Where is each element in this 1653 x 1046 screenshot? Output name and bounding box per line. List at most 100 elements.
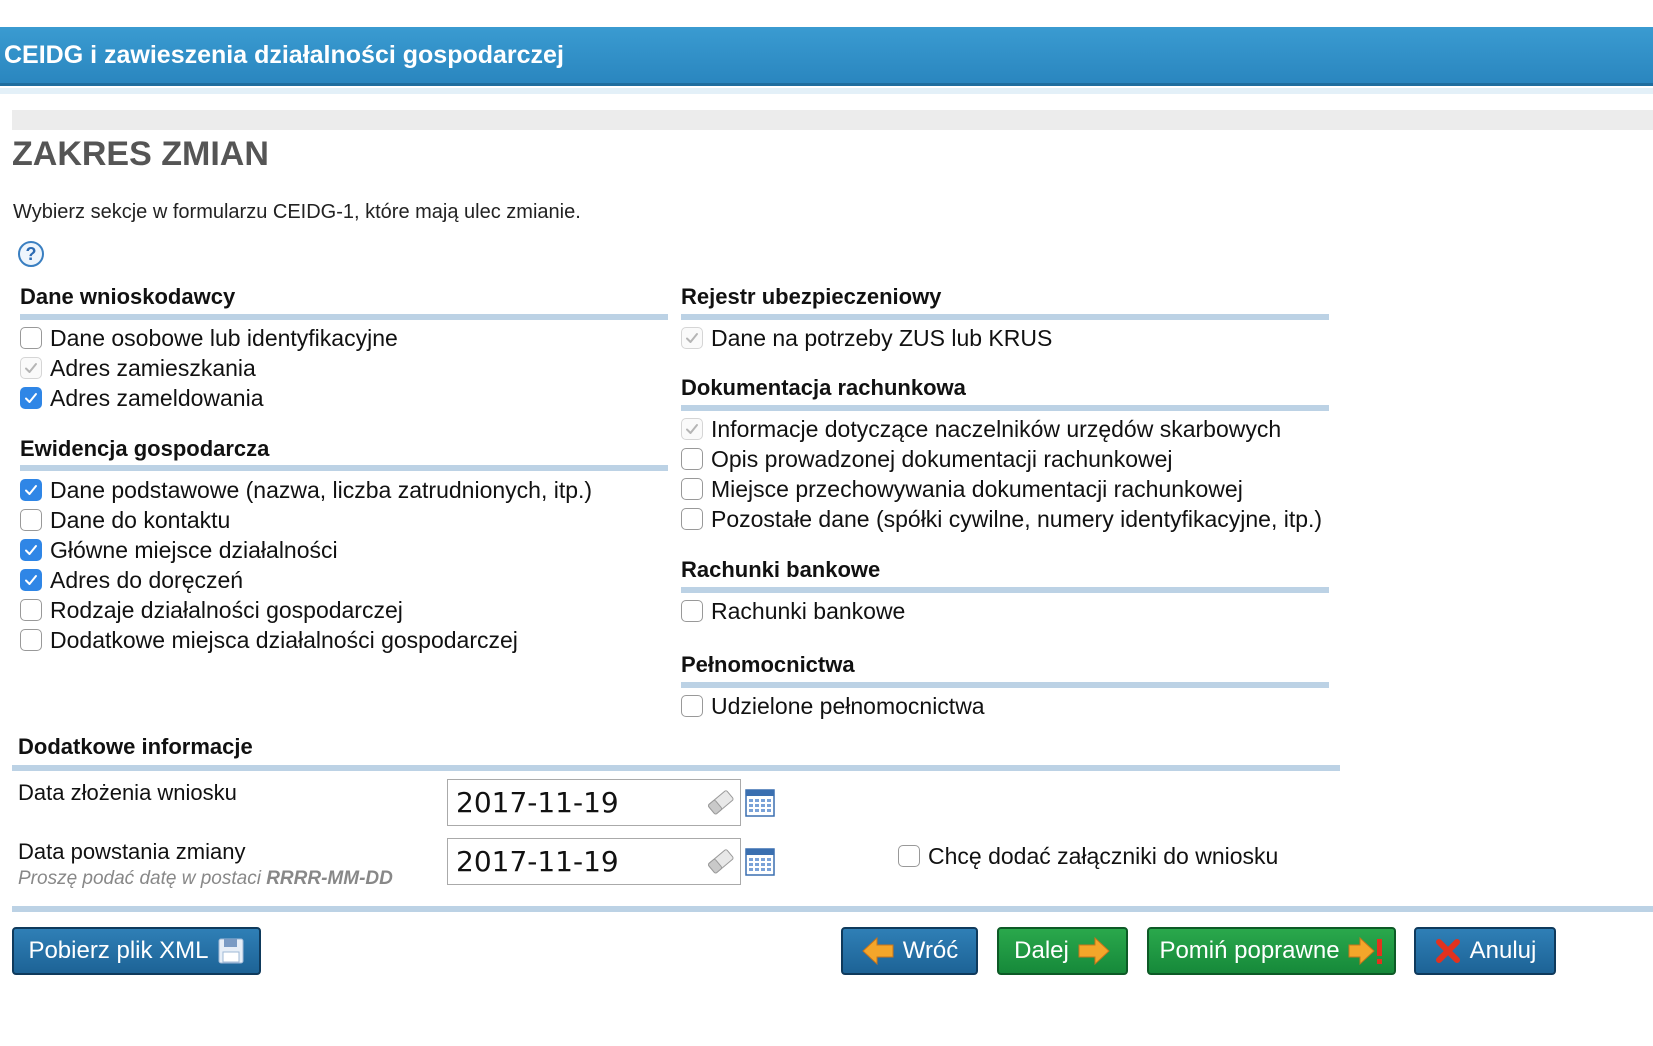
checkbox[interactable] [681, 695, 703, 717]
checkbox-label: Dane osobowe lub identyfikacyjne [50, 324, 398, 351]
checkbox-option[interactable]: Pozostałe dane (spółki cywilne, numery i… [681, 504, 1322, 534]
change-date-input[interactable]: 2017-11-19 [447, 838, 741, 885]
section-header-insurance: Rejestr ubezpieczeniowy [681, 284, 942, 309]
page-intro: Wybierz sekcje w formularzu CEIDG-1, któ… [13, 201, 581, 223]
section-header-additional: Dodatkowe informacje [18, 734, 253, 759]
checkbox-label: Adres do doręczeń [50, 566, 244, 593]
checkbox[interactable] [681, 508, 703, 530]
back-button[interactable]: Wróć [841, 927, 978, 975]
checkbox[interactable] [20, 387, 42, 409]
checkbox[interactable] [20, 327, 42, 349]
back-label: Wróć [902, 937, 959, 964]
attachments-checkbox[interactable] [898, 845, 920, 867]
checkbox [681, 327, 703, 349]
checkbox-label: Rodzaje działalności gospodarczej [50, 596, 403, 623]
checkbox-option: Dane na potrzeby ZUS lub KRUS [681, 323, 1052, 353]
checkbox-label: Adres zamieszkania [50, 354, 256, 381]
submission-date-value: 2017-11-19 [456, 786, 619, 819]
section-line [681, 587, 1329, 593]
submission-date-input[interactable]: 2017-11-19 [447, 779, 741, 826]
next-button[interactable]: Dalej [997, 927, 1128, 975]
business-checkbox-list: Dane podstawowe (nazwa, liczba zatrudnio… [20, 475, 592, 655]
date-format-hint: Proszę podać datę w postaci RRRR-MM-DD [18, 868, 393, 890]
cancel-button[interactable]: Anuluj [1414, 927, 1556, 975]
change-date-label: Data powstania zmiany [18, 839, 246, 864]
window-title: CEIDG i zawieszenia działalności gospoda… [4, 40, 564, 69]
close-icon [1435, 939, 1460, 963]
checkbox[interactable] [20, 629, 42, 651]
checkbox-option[interactable]: Dane podstawowe (nazwa, liczba zatrudnio… [20, 475, 592, 505]
checkbox-label: Informacje dotyczące naczelników urzędów… [711, 415, 1282, 442]
checkbox-label: Główne miejsce działalności [50, 536, 338, 563]
download-xml-label: Pobierz plik XML [28, 937, 209, 964]
change-date-value: 2017-11-19 [456, 845, 619, 878]
checkbox-label: Dane na potrzeby ZUS lub KRUS [711, 324, 1053, 351]
checkbox-label: Dodatkowe miejsca działalności gospodarc… [50, 626, 518, 653]
checkbox-label: Miejsce przechowywania dokumentacji rach… [711, 475, 1243, 502]
checkbox-label: Rachunki bankowe [711, 597, 906, 624]
date-format-hint-text: Proszę podać datę w postaci [18, 868, 267, 889]
section-header-accounting: Dokumentacja rachunkowa [681, 375, 966, 400]
section-line [681, 682, 1329, 688]
skip-valid-button[interactable]: Pomiń poprawne [1147, 927, 1396, 975]
footer-divider [12, 906, 1653, 912]
section-line [12, 765, 1340, 771]
help-icon[interactable]: ? [18, 241, 44, 267]
checkbox-label: Udzielone pełnomocnictwa [711, 692, 985, 719]
calendar-icon[interactable] [745, 788, 775, 818]
checkbox-option: Informacje dotyczące naczelników urzędów… [681, 414, 1322, 444]
calendar-icon[interactable] [745, 847, 775, 877]
checkbox-label: Adres zameldowania [50, 384, 264, 411]
section-line [681, 314, 1329, 320]
titlebar-shadow [0, 88, 1653, 94]
checkbox [20, 357, 42, 379]
arrow-right-icon [1078, 936, 1110, 966]
page-title: ZAKRES ZMIAN [12, 135, 269, 173]
checkbox[interactable] [681, 478, 703, 500]
checkbox-option[interactable]: Udzielone pełnomocnictwa [681, 691, 985, 721]
checkbox[interactable] [20, 509, 42, 531]
download-xml-button[interactable]: Pobierz plik XML [12, 927, 261, 975]
checkbox [681, 418, 703, 440]
checkbox-option: Adres zamieszkania [20, 353, 398, 383]
section-header-bank: Rachunki bankowe [681, 557, 881, 582]
arrow-right-exclamation-icon [1348, 936, 1382, 966]
accounting-checkbox-list: Informacje dotyczące naczelników urzędów… [681, 414, 1322, 534]
attachments-option[interactable]: Chcę dodać załączniki do wniosku [898, 841, 1278, 871]
section-line [20, 465, 668, 471]
checkbox[interactable] [20, 599, 42, 621]
checkbox-label: Dane podstawowe (nazwa, liczba zatrudnio… [50, 476, 593, 503]
checkbox-option[interactable]: Dane osobowe lub identyfikacyjne [20, 323, 398, 353]
checkbox-option[interactable]: Opis prowadzonej dokumentacji rachunkowe… [681, 444, 1322, 474]
section-line [681, 405, 1329, 411]
skip-valid-label: Pomiń poprawne [1159, 937, 1340, 964]
section-header-business: Ewidencja gospodarcza [20, 436, 270, 461]
insurance-checkbox-list: Dane na potrzeby ZUS lub KRUS [681, 323, 1052, 353]
date-format: RRRR-MM-DD [266, 868, 393, 889]
checkbox-option[interactable]: Dodatkowe miejsca działalności gospodarc… [20, 625, 592, 655]
submission-date-label: Data złożenia wniosku [18, 780, 237, 805]
checkbox-option[interactable]: Adres do doręczeń [20, 565, 592, 595]
attachments-label: Chcę dodać załączniki do wniosku [928, 842, 1279, 869]
checkbox-option[interactable]: Miejsce przechowywania dokumentacji rach… [681, 474, 1322, 504]
checkbox-option[interactable]: Rodzaje działalności gospodarczej [20, 595, 592, 625]
applicant-checkbox-list: Dane osobowe lub identyfikacyjne Adres za… [20, 323, 398, 413]
checkbox-label: Dane do kontaktu [50, 506, 231, 533]
poa-checkbox-list: Udzielone pełnomocnictwa [681, 691, 985, 721]
eraser-icon[interactable] [704, 789, 736, 817]
checkbox-option[interactable]: Główne miejsce działalności [20, 535, 592, 565]
cancel-label: Anuluj [1469, 937, 1537, 964]
checkbox-label: Pozostałe dane (spółki cywilne, numery i… [711, 505, 1323, 532]
checkbox[interactable] [20, 479, 42, 501]
arrow-left-icon [861, 936, 894, 966]
checkbox[interactable] [20, 539, 42, 561]
section-header-applicant: Dane wnioskodawcy [20, 284, 236, 309]
section-line [20, 314, 668, 320]
eraser-icon[interactable] [704, 848, 736, 876]
checkbox-option[interactable]: Dane do kontaktu [20, 505, 592, 535]
checkbox-option[interactable]: Adres zameldowania [20, 383, 398, 413]
checkbox[interactable] [20, 569, 42, 591]
checkbox-option[interactable]: Rachunki bankowe [681, 596, 905, 626]
checkbox[interactable] [681, 600, 703, 622]
checkbox[interactable] [681, 448, 703, 470]
